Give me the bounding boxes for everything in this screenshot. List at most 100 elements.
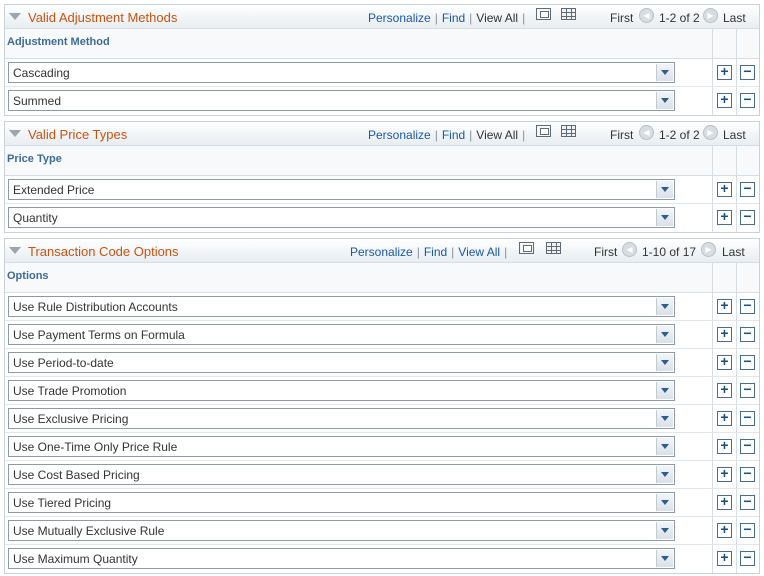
view-all-link[interactable]: View All <box>476 128 518 142</box>
table-row: Quantity + − <box>5 204 759 232</box>
dropdown-arrow-icon[interactable] <box>656 181 673 198</box>
dropdown-arrow-icon[interactable] <box>656 550 673 567</box>
grid-valid-price-types: Valid Price Types Personalize | Find | View … <box>4 121 760 233</box>
last-link[interactable]: Last <box>722 245 745 259</box>
option-select[interactable]: Use Maximum Quantity <box>8 548 675 569</box>
price-type-select[interactable]: Extended Price <box>8 179 675 200</box>
add-row-button[interactable]: + <box>717 209 732 225</box>
delete-row-button[interactable]: − <box>740 326 755 342</box>
personalize-link[interactable]: Personalize <box>368 11 431 25</box>
delete-row-button[interactable]: − <box>740 209 755 225</box>
find-link[interactable]: Find <box>442 11 465 25</box>
dropdown-arrow-icon[interactable] <box>656 382 673 399</box>
dropdown-arrow-icon[interactable] <box>656 410 673 427</box>
personalize-link[interactable]: Personalize <box>368 128 431 142</box>
delete-row-button[interactable]: − <box>740 494 755 510</box>
dropdown-arrow-icon[interactable] <box>656 326 673 343</box>
find-link[interactable]: Find <box>442 128 465 142</box>
zoom-icon[interactable] <box>536 8 551 20</box>
delete-row-button[interactable]: − <box>740 550 755 566</box>
next-icon[interactable]: ▶ <box>703 125 718 140</box>
option-select[interactable]: Use One-Time Only Price Rule <box>8 436 675 457</box>
zoom-icon[interactable] <box>519 242 534 254</box>
option-select[interactable]: Use Rule Distribution Accounts <box>8 296 675 317</box>
add-row-button[interactable]: + <box>717 326 732 342</box>
option-select[interactable]: Use Cost Based Pricing <box>8 464 675 485</box>
dropdown-arrow-icon[interactable] <box>656 92 673 109</box>
add-row-button[interactable]: + <box>717 64 732 80</box>
delete-row-button[interactable]: − <box>740 382 755 398</box>
option-select[interactable]: Use Payment Terms on Formula <box>8 324 675 345</box>
collapse-icon[interactable] <box>9 13 21 20</box>
view-all-link[interactable]: View All <box>476 11 518 25</box>
first-link: First <box>610 11 634 25</box>
dropdown-arrow-icon[interactable] <box>656 466 673 483</box>
next-icon[interactable]: ▶ <box>703 8 718 23</box>
add-row-button[interactable]: + <box>717 494 732 510</box>
dropdown-arrow-icon[interactable] <box>656 298 673 315</box>
download-icon[interactable] <box>561 125 576 137</box>
add-row-button[interactable]: + <box>717 354 732 370</box>
add-row-button[interactable]: + <box>717 181 732 197</box>
last-link: Last <box>723 128 746 142</box>
delete-row-button[interactable]: − <box>740 522 755 538</box>
dropdown-arrow-icon[interactable] <box>656 522 673 539</box>
delete-row-button[interactable]: − <box>740 298 755 314</box>
grid-header: Transaction Code Options Personalize | Fin… <box>5 239 759 263</box>
add-row-button[interactable]: + <box>717 550 732 566</box>
collapse-icon[interactable] <box>9 247 21 254</box>
delete-row-button[interactable]: − <box>740 410 755 426</box>
dropdown-arrow-icon[interactable] <box>656 438 673 455</box>
adjustment-method-select[interactable]: Cascading <box>8 62 675 83</box>
add-row-button[interactable]: + <box>717 410 732 426</box>
option-select[interactable]: Use Tiered Pricing <box>8 492 675 513</box>
prev-icon[interactable]: ◀ <box>639 125 654 140</box>
delete-row-button[interactable]: − <box>740 466 755 482</box>
personalize-link[interactable]: Personalize <box>350 245 413 259</box>
find-link[interactable]: Find <box>424 245 447 259</box>
table-row: Use Period-to-date + − <box>5 349 759 377</box>
row-range: 1-10 of 17 <box>642 245 697 259</box>
download-icon[interactable] <box>546 242 561 254</box>
delete-row-button[interactable]: − <box>740 181 755 197</box>
view-all-link[interactable]: View All <box>458 245 500 259</box>
prev-icon[interactable]: ◀ <box>622 242 637 257</box>
table-row: Use Rule Distribution Accounts + − <box>5 293 759 321</box>
option-select[interactable]: Use Period-to-date <box>8 352 675 373</box>
dropdown-arrow-icon[interactable] <box>656 494 673 511</box>
option-select[interactable]: Use Trade Promotion <box>8 380 675 401</box>
download-icon[interactable] <box>561 8 576 20</box>
prev-icon[interactable]: ◀ <box>639 8 654 23</box>
table-row: Use Tiered Pricing + − <box>5 489 759 517</box>
option-select[interactable]: Use Mutually Exclusive Rule <box>8 520 675 541</box>
first-link: First <box>594 245 618 259</box>
grid-toolbar: Personalize | Find | View All | <box>368 11 526 25</box>
delete-row-button[interactable]: − <box>740 64 755 80</box>
delete-row-button[interactable]: − <box>740 92 755 108</box>
table-row: Use Trade Promotion + − <box>5 377 759 405</box>
table-row: Use One-Time Only Price Rule + − <box>5 433 759 461</box>
dropdown-arrow-icon[interactable] <box>656 209 673 226</box>
table-row: Use Exclusive Pricing + − <box>5 405 759 433</box>
option-select[interactable]: Use Exclusive Pricing <box>8 408 675 429</box>
zoom-icon[interactable] <box>536 125 551 137</box>
column-header: Adjustment Method <box>5 29 759 59</box>
delete-row-button[interactable]: − <box>740 438 755 454</box>
grid-valid-adjustment-methods: Valid Adjustment Methods Personalize | Fin… <box>4 4 760 116</box>
delete-row-button[interactable]: − <box>740 354 755 370</box>
add-row-button[interactable]: + <box>717 298 732 314</box>
table-row: Extended Price + − <box>5 176 759 204</box>
adjustment-method-select[interactable]: Summed <box>8 90 675 111</box>
price-type-select[interactable]: Quantity <box>8 207 675 228</box>
add-row-button[interactable]: + <box>717 92 732 108</box>
next-icon[interactable]: ▶ <box>701 242 716 257</box>
collapse-icon[interactable] <box>9 130 21 137</box>
add-row-button[interactable]: + <box>717 522 732 538</box>
add-row-button[interactable]: + <box>717 466 732 482</box>
add-row-button[interactable]: + <box>717 438 732 454</box>
column-header: Options <box>5 263 759 293</box>
dropdown-arrow-icon[interactable] <box>656 64 673 81</box>
add-row-button[interactable]: + <box>717 382 732 398</box>
table-row: Summed + − <box>5 87 759 115</box>
dropdown-arrow-icon[interactable] <box>656 354 673 371</box>
